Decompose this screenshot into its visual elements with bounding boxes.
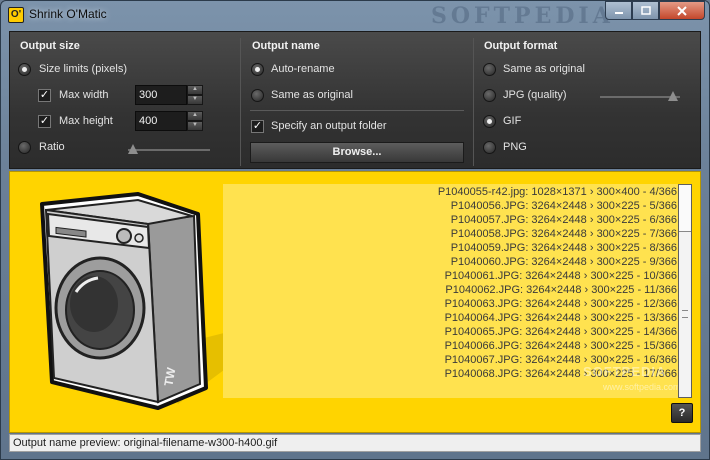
browse-button[interactable]: Browse... xyxy=(250,142,464,163)
max-height-label[interactable]: Max height xyxy=(59,115,113,127)
list-item: P1040065.JPG: 3264×2448 › 300×225 - 14/3… xyxy=(444,326,677,338)
close-button[interactable] xyxy=(659,1,705,20)
max-height-spinner[interactable]: ▲ ▼ xyxy=(135,111,203,131)
list-item: P1040064.JPG: 3264×2448 › 300×225 - 13/3… xyxy=(444,312,677,324)
same-as-original-name-radio[interactable] xyxy=(251,89,264,102)
auto-rename-radio[interactable] xyxy=(251,63,264,76)
specify-folder-label[interactable]: Specify an output folder xyxy=(271,120,387,132)
same-as-original-name-label[interactable]: Same as original xyxy=(271,89,353,101)
format-jpg-label[interactable]: JPG (quality) xyxy=(503,89,567,101)
format-jpg-radio[interactable] xyxy=(483,89,496,102)
jpg-quality-slider-thumb[interactable] xyxy=(668,91,678,101)
max-width-input[interactable] xyxy=(135,85,187,105)
format-png-radio[interactable] xyxy=(483,141,496,154)
help-button[interactable]: ? xyxy=(671,403,693,423)
list-item: P1040063.JPG: 3264×2448 › 300×225 - 12/3… xyxy=(444,298,677,310)
scrollbar-thumb[interactable] xyxy=(679,231,691,397)
size-limits-label[interactable]: Size limits (pixels) xyxy=(39,63,127,75)
log-scrollbar[interactable] xyxy=(678,184,692,398)
format-same-label[interactable]: Same as original xyxy=(503,63,585,75)
divider xyxy=(240,38,241,166)
app-logo-icon[interactable]: O' xyxy=(8,7,24,23)
window-title: Shrink O'Matic xyxy=(29,7,107,21)
processing-log[interactable]: P1040055-r42.jpg: 1028×1371 › 300×400 - … xyxy=(223,184,681,398)
divider xyxy=(473,38,474,166)
size-limits-radio[interactable] xyxy=(18,63,31,76)
maximize-button[interactable] xyxy=(632,1,659,20)
format-png-label[interactable]: PNG xyxy=(503,141,527,153)
list-item: P1040066.JPG: 3264×2448 › 300×225 - 15/3… xyxy=(444,340,677,352)
max-width-up-icon[interactable]: ▲ xyxy=(187,85,203,95)
title-bar[interactable]: O' Shrink O'Matic SOFTPEDIA xyxy=(1,1,709,29)
minimize-button[interactable] xyxy=(605,1,632,20)
max-height-up-icon[interactable]: ▲ xyxy=(187,111,203,121)
max-height-checkbox[interactable]: ✓ xyxy=(38,115,51,128)
output-name-title: Output name xyxy=(252,40,320,52)
maximize-icon xyxy=(640,6,651,15)
specify-folder-checkbox[interactable]: ✓ xyxy=(251,120,264,133)
max-height-input[interactable] xyxy=(135,111,187,131)
max-width-down-icon[interactable]: ▼ xyxy=(187,95,203,105)
jpg-quality-slider[interactable] xyxy=(600,91,680,102)
list-item: P1040057.JPG: 3264×2448 › 300×225 - 6/36… xyxy=(450,214,677,226)
format-same-radio[interactable] xyxy=(483,63,496,76)
ratio-slider-track xyxy=(128,149,210,151)
max-width-checkbox[interactable]: ✓ xyxy=(38,89,51,102)
max-width-spinner[interactable]: ▲ ▼ xyxy=(135,85,203,105)
ratio-radio[interactable] xyxy=(18,141,31,154)
max-height-down-icon[interactable]: ▼ xyxy=(187,121,203,131)
format-gif-label[interactable]: GIF xyxy=(503,115,521,127)
divider xyxy=(250,110,464,111)
app-window: O' Shrink O'Matic SOFTPEDIA Output size … xyxy=(0,0,710,460)
list-item: P1040062.JPG: 3264×2448 › 300×225 - 11/3… xyxy=(445,284,677,296)
output-size-title: Output size xyxy=(20,40,80,52)
list-item: P1040059.JPG: 3264×2448 › 300×225 - 8/36… xyxy=(450,242,677,254)
list-item: P1040058.JPG: 3264×2448 › 300×225 - 7/36… xyxy=(450,228,677,240)
title-watermark: SOFTPEDIA xyxy=(431,3,614,29)
softpedia-watermark: SOFTPEDIA xyxy=(583,364,667,379)
list-item: P1040055-r42.jpg: 1028×1371 › 300×400 - … xyxy=(437,186,677,198)
status-bar: Output name preview: original-filename-w… xyxy=(9,434,701,452)
options-panel: Output size Size limits (pixels) ✓ Max w… xyxy=(9,31,701,169)
close-icon xyxy=(677,5,687,16)
softpedia-watermark-url: www.softpedia.com xyxy=(603,382,681,392)
list-item: P1040056.JPG: 3264×2448 › 300×225 - 5/36… xyxy=(450,200,677,212)
ratio-slider-thumb[interactable] xyxy=(128,144,138,154)
ratio-slider[interactable] xyxy=(128,144,210,155)
ratio-label[interactable]: Ratio xyxy=(39,141,65,153)
format-gif-radio[interactable] xyxy=(483,115,496,128)
minimize-icon xyxy=(614,11,623,14)
drop-area[interactable]: TW P1040055-r42.jpg: 1028×1371 › 300×400… xyxy=(9,171,701,433)
washing-machine-logo: TW xyxy=(40,192,228,410)
auto-rename-label[interactable]: Auto-rename xyxy=(271,63,335,75)
list-item: P1040061.JPG: 3264×2448 › 300×225 - 10/3… xyxy=(444,270,677,282)
grip-icon xyxy=(682,310,688,318)
list-item: P1040060.JPG: 3264×2448 › 300×225 - 9/36… xyxy=(450,256,677,268)
output-format-title: Output format xyxy=(484,40,558,52)
max-width-label[interactable]: Max width xyxy=(59,89,109,101)
